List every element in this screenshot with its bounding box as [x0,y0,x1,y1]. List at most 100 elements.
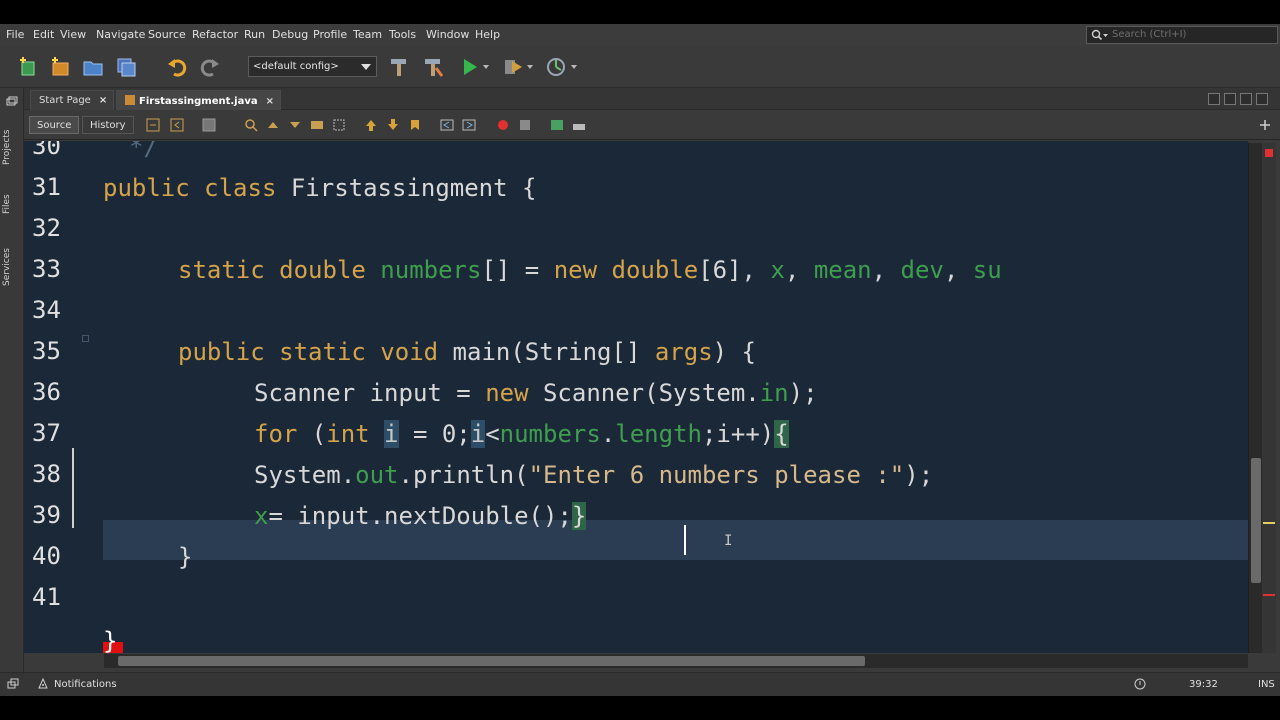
run-button[interactable] [459,56,481,78]
open-project-button[interactable] [82,56,104,78]
debug-button[interactable] [502,56,524,78]
error-stripe[interactable] [1262,143,1276,653]
menu-run[interactable]: Run [244,28,265,41]
find-previous-icon[interactable] [266,118,280,132]
next-bookmark-icon[interactable] [386,118,400,132]
undo-button[interactable] [166,56,188,78]
menu-edit[interactable]: Edit [33,28,54,41]
find-icon[interactable] [244,118,258,132]
uncomment-icon[interactable] [572,118,586,132]
main-toolbar: <default config> [0,46,1280,88]
horizontal-scrollbar[interactable] [104,654,1248,668]
restore-window-icon[interactable] [7,678,19,690]
code-token: Scanner(System. [542,379,760,407]
menu-window[interactable]: Window [426,28,469,41]
side-tab-projects[interactable]: Projects [2,122,22,172]
vertical-scrollbar[interactable] [1248,143,1262,653]
start-macro-icon[interactable] [496,118,510,132]
menu-view[interactable]: View [60,28,86,41]
notifications-icon[interactable] [36,677,50,691]
error-stripe-marker[interactable] [1265,149,1273,157]
tab-start-page[interactable]: Start Page × [30,90,115,110]
indexing-icon [1134,678,1146,690]
previous-bookmark-icon[interactable] [364,118,378,132]
save-all-button[interactable] [115,56,137,78]
debug-dropdown-icon[interactable] [527,65,533,69]
code-line: System.out.println("Enter 6 numbers plea… [254,455,933,495]
warning-stripe-marker[interactable] [1263,522,1275,524]
code-token: Scanner input = [254,379,486,407]
scroll-thumb[interactable] [118,656,865,666]
code-token: . [600,420,616,448]
maximize-icon[interactable] [1256,93,1268,105]
comment-icon[interactable] [550,118,564,132]
tab-firstassingment-java[interactable]: Firstassingment.java × [116,90,282,110]
profile-dropdown-icon[interactable] [571,65,577,69]
code-token: mean [813,256,872,284]
source-button[interactable]: Source [29,116,80,134]
code-token: < [485,420,500,448]
new-project-icon [52,57,69,76]
change-marker [72,448,74,528]
menu-team[interactable]: Team [353,28,382,41]
line-number: 30 [32,141,61,160]
menu-navigate[interactable]: Navigate [96,28,145,41]
tab-list-icon[interactable] [1240,93,1252,105]
search-field[interactable]: Search (Ctrl+I) [1086,26,1278,44]
search-placeholder: Search (Ctrl+I) [1112,29,1187,40]
code-token: Firstassingment { [290,174,537,202]
scroll-thumb[interactable] [1251,458,1261,583]
code-line: static double numbers[] = new double[6],… [178,250,1002,290]
rectangular-selection-icon[interactable] [332,118,346,132]
code-token: new double [553,256,699,284]
profile-button[interactable] [545,56,567,78]
restore-window-icon[interactable] [6,96,18,106]
stop-macro-icon[interactable] [518,118,532,132]
back-icon[interactable] [170,118,184,132]
code-token: } [571,502,587,530]
menu-debug[interactable]: Debug [272,28,308,41]
line-number: 41 [32,583,61,611]
clean-build-button[interactable] [422,56,444,78]
code-token: i [384,420,399,448]
menu-help[interactable]: Help [475,28,500,41]
menu-tools[interactable]: Tools [389,28,416,41]
run-dropdown-icon[interactable] [483,65,489,69]
shift-right-icon[interactable] [462,118,476,132]
notifications-label[interactable]: Notifications [54,679,117,690]
error-stripe-marker[interactable] [1263,594,1275,596]
toggle-bookmark-icon[interactable] [408,118,422,132]
menu-profile[interactable]: Profile [313,28,347,41]
shift-left-icon[interactable] [440,118,454,132]
code-editor[interactable]: 30 31 32 33 34 35 36 37 38 39 40 41 */ p… [24,141,1248,653]
split-editor-icon[interactable] [1258,118,1272,132]
new-file-button[interactable] [17,56,39,78]
side-tab-services[interactable]: Services [2,238,22,296]
new-project-button[interactable] [49,56,71,78]
code-token: , [943,256,973,284]
menubar: File Edit View Navigate Source Refactor … [0,24,1280,46]
code-token: ); [904,461,934,489]
find-next-icon[interactable] [288,118,302,132]
menu-refactor[interactable]: Refactor [192,28,238,41]
menu-file[interactable]: File [6,28,24,41]
build-button[interactable] [388,56,410,78]
line-number: 32 [32,214,61,242]
config-dropdown[interactable]: <default config> [248,56,377,77]
close-icon[interactable]: × [99,95,107,106]
tab-scroll-right-icon[interactable] [1224,93,1236,105]
tab-scroll-left-icon[interactable] [1208,93,1220,105]
code-token: { [774,420,789,448]
menu-source[interactable]: Source [148,28,186,41]
toggle-highlight-icon[interactable] [310,118,324,132]
forward-icon[interactable] [202,118,216,132]
history-button[interactable]: History [82,116,134,134]
fold-marker-icon[interactable] [82,335,89,342]
redo-button[interactable] [199,56,221,78]
last-edit-icon[interactable] [146,118,160,132]
close-icon[interactable]: × [266,96,274,107]
editor-toolbar: Source History [24,110,1280,140]
side-panel-strip: Projects Files Services [0,88,24,678]
side-tab-files[interactable]: Files [2,184,22,224]
statusbar: Notifications 39:32 INS [0,672,1280,696]
